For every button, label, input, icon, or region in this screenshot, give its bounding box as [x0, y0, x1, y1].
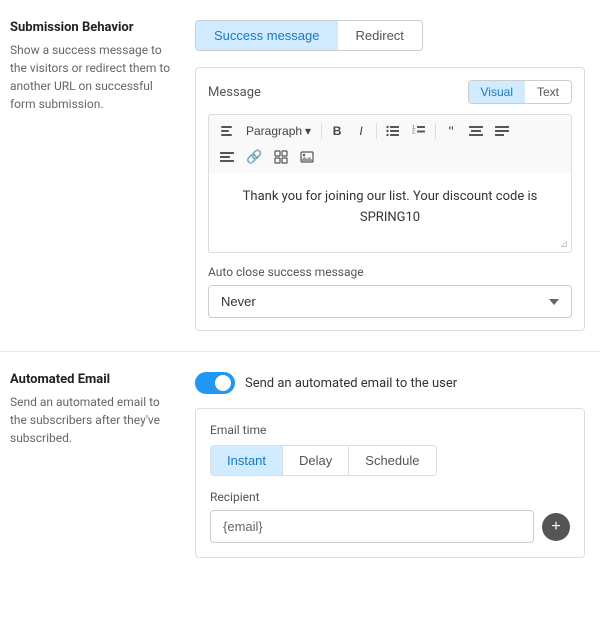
auto-close-select[interactable]: Never 3 seconds 5 seconds 10 seconds [208, 285, 572, 318]
email-time-tabs: Instant Delay Schedule [210, 445, 437, 476]
toggle-slider [195, 372, 235, 394]
toolbar-divider-3 [435, 123, 436, 139]
submission-behavior-section: Submission Behavior Show a success messa… [0, 0, 600, 352]
time-tab-instant[interactable]: Instant [211, 446, 283, 475]
toolbar-link-btn[interactable]: 🔗 [241, 146, 267, 168]
email-time-label: Email time [210, 423, 570, 437]
tab-success-message[interactable]: Success message [196, 21, 338, 50]
time-tab-schedule[interactable]: Schedule [349, 446, 435, 475]
message-panel: Message Visual Text [195, 67, 585, 331]
editor-content[interactable]: Thank you for joining our list. Your dis… [208, 173, 572, 253]
add-recipient-btn[interactable]: + [542, 513, 570, 541]
message-label: Message [208, 85, 261, 100]
email-panel: Email time Instant Delay Schedule Recipi… [195, 408, 585, 558]
tab-redirect[interactable]: Redirect [338, 21, 422, 50]
submission-behavior-title: Submission Behavior [10, 20, 175, 35]
recipient-label: Recipient [210, 490, 570, 504]
paragraph-chevron-icon: ▾ [305, 124, 311, 138]
toolbar-image-btn[interactable] [295, 148, 319, 166]
view-toggle: Visual Text [468, 80, 572, 104]
auto-close-label: Auto close success message [208, 265, 572, 279]
toolbar-bullet-list-btn[interactable] [381, 122, 405, 140]
automated-email-section: Automated Email Send an automated email … [0, 352, 600, 578]
toolbar-align-btn[interactable] [464, 122, 488, 140]
editor-toolbar: Paragraph ▾ B I [208, 114, 572, 173]
submission-tab-group: Success message Redirect [195, 20, 423, 51]
email-toggle-row: Send an automated email to the user [195, 372, 585, 394]
submission-behavior-desc: Show a success message to the visitors o… [10, 41, 175, 113]
automated-email-right: Send an automated email to the user Emai… [185, 372, 600, 558]
recipient-input-row: + [210, 510, 570, 543]
resize-handle[interactable]: ⊿ [559, 240, 569, 250]
recipient-input[interactable] [210, 510, 534, 543]
add-icon: + [551, 519, 560, 535]
submission-behavior-right: Success message Redirect Message Visual … [185, 20, 600, 331]
toolbar-quote-btn[interactable]: " [440, 120, 462, 142]
toggle-label: Send an automated email to the user [245, 376, 457, 391]
toolbar-row-2: 🔗 [215, 146, 565, 168]
toolbar-justify-btn[interactable] [490, 122, 514, 140]
paragraph-select[interactable]: Paragraph ▾ [240, 121, 317, 141]
automated-email-toggle[interactable] [195, 372, 235, 394]
svg-text:2.: 2. [412, 130, 416, 136]
toolbar-bold-btn[interactable]: B [326, 121, 348, 141]
toolbar-format-icon[interactable] [215, 122, 238, 141]
submission-behavior-left: Submission Behavior Show a success messa… [0, 20, 185, 331]
time-tab-delay[interactable]: Delay [283, 446, 349, 475]
automated-email-title: Automated Email [10, 372, 175, 387]
toolbar-divider-1 [321, 123, 322, 139]
message-header: Message Visual Text [208, 80, 572, 104]
view-btn-text[interactable]: Text [525, 81, 571, 103]
toolbar-row-1: Paragraph ▾ B I [215, 120, 565, 142]
toolbar-align-left-btn[interactable] [215, 148, 239, 166]
toolbar-italic-btn[interactable]: I [350, 121, 372, 141]
view-btn-visual[interactable]: Visual [469, 81, 525, 103]
toolbar-table-btn[interactable] [269, 147, 293, 167]
automated-email-left: Automated Email Send an automated email … [0, 372, 185, 558]
toolbar-divider-2 [376, 123, 377, 139]
automated-email-desc: Send an automated email to the subscribe… [10, 393, 175, 447]
toolbar-numbered-list-btn[interactable]: 1. 2. [407, 122, 431, 140]
